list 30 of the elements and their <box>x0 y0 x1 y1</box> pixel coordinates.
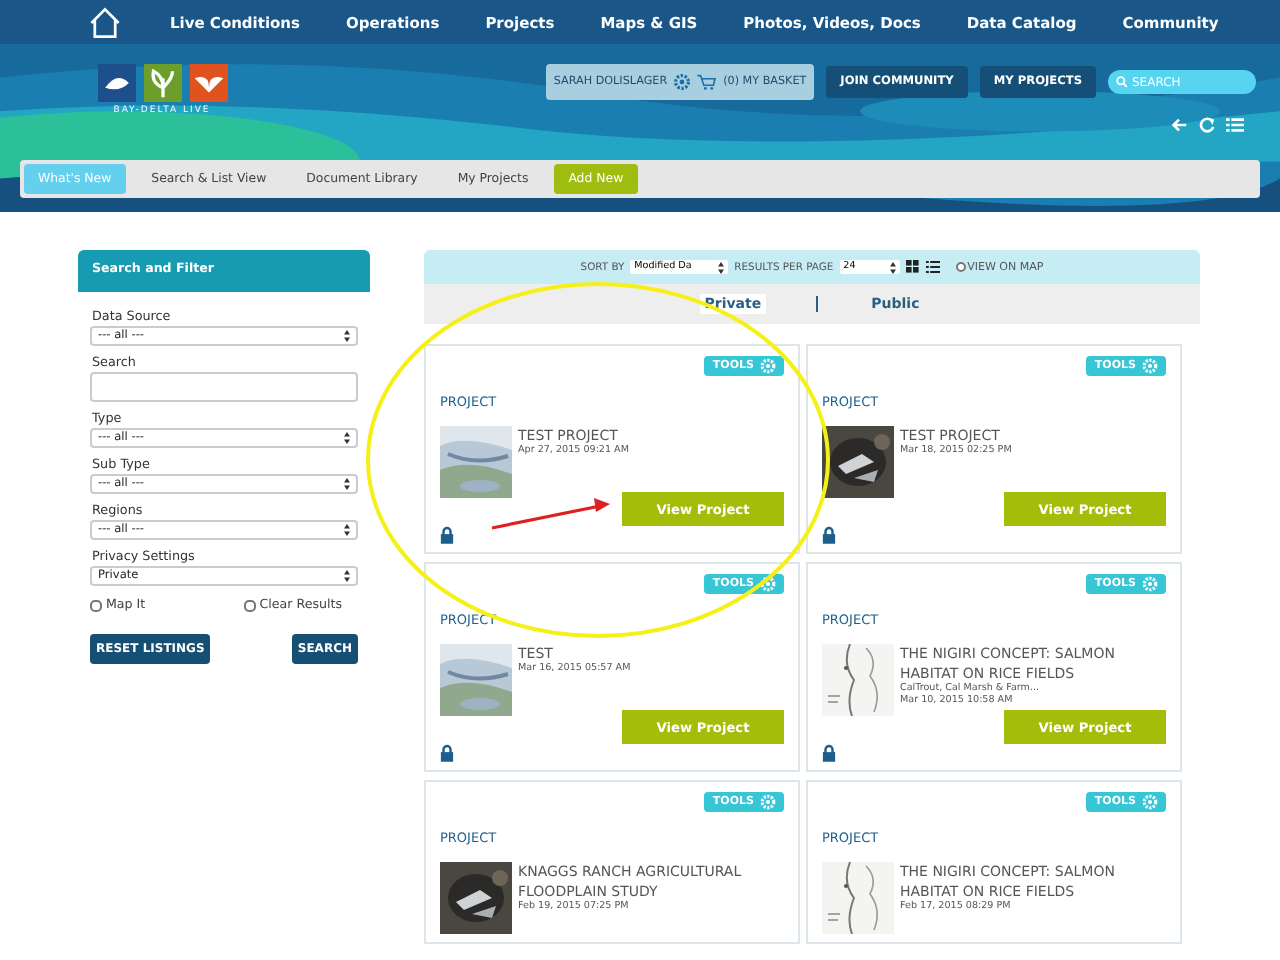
logo-icon[interactable] <box>143 64 181 102</box>
stepper-icon <box>344 432 350 444</box>
search-input[interactable] <box>90 372 358 402</box>
stepper-icon <box>718 261 725 273</box>
cart-icon[interactable] <box>695 74 718 90</box>
stepper-icon <box>344 524 350 536</box>
stepper-icon <box>889 261 896 273</box>
gear-icon <box>760 358 776 374</box>
refresh-icon[interactable] <box>1198 116 1216 134</box>
gear-icon <box>760 794 776 810</box>
list-view-icon[interactable] <box>925 260 940 274</box>
grid-view-icon[interactable] <box>905 260 920 274</box>
home-icon[interactable] <box>88 5 122 39</box>
checkbox[interactable] <box>243 599 256 611</box>
checkbox[interactable] <box>955 262 966 272</box>
search-icon <box>1116 76 1128 88</box>
stepper-icon <box>344 330 350 342</box>
gear-icon <box>1142 794 1158 810</box>
gear-icon <box>760 576 776 592</box>
stepper-icon <box>344 478 350 490</box>
stepper-icon <box>344 570 350 582</box>
menu-icon[interactable] <box>1226 116 1244 134</box>
logo-icon[interactable] <box>189 64 227 102</box>
checkbox[interactable] <box>90 599 102 611</box>
logo-icon[interactable] <box>97 64 135 102</box>
annotation-arrow <box>491 498 610 530</box>
gear-icon <box>1142 576 1158 592</box>
gear-icon <box>1142 358 1158 374</box>
back-arrow-icon[interactable] <box>1170 116 1188 134</box>
settings-icon[interactable] <box>673 74 690 90</box>
